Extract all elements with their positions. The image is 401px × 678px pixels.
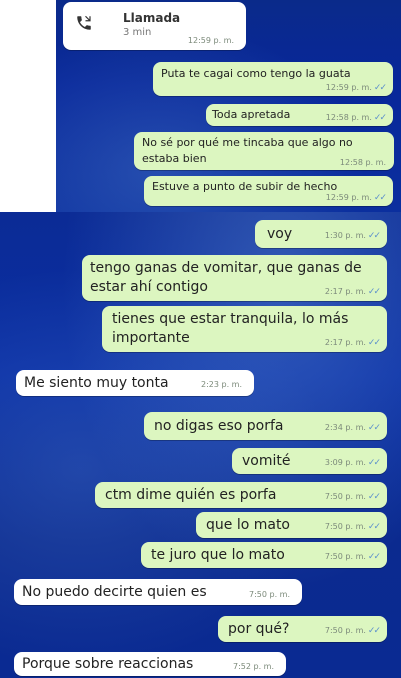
message-meta: 1:30 p. m. ✓✓ (324, 231, 381, 241)
message-meta: 7:50 p. m. (249, 590, 290, 599)
message-time: 1:30 p. m. (324, 231, 366, 240)
message-bubble[interactable]: ctm dime quién es porfa 7:50 p. m. ✓✓ (95, 482, 387, 508)
message-text-line-2: importante (112, 330, 190, 346)
message-time: 12:58 p. m. (325, 113, 372, 122)
missed-call-icon (77, 15, 91, 30)
chat-panel-bottom: voy 1:30 p. m. ✓✓ tengo ganas de vomitar,… (0, 212, 401, 678)
message-meta: 2:23 p. m. (201, 380, 242, 389)
read-ticks-icon: ✓✓ (373, 113, 387, 123)
call-title: Llamada (123, 11, 181, 25)
message-meta: 2:17 p. m. ✓✓ (324, 338, 381, 348)
call-bubble[interactable]: Llamada 3 min 12:59 p. m. (63, 2, 246, 50)
message-meta: 3:09 p. m. ✓✓ (324, 458, 381, 468)
message-time: 7:52 p. m. (232, 662, 274, 671)
read-ticks-icon: ✓✓ (373, 193, 387, 203)
message-time: 7:50 p. m. (324, 552, 366, 561)
message-text-line-2: estaba bien (142, 152, 207, 165)
message-bubble[interactable]: voy 1:30 p. m. ✓✓ (255, 220, 387, 248)
read-ticks-icon: ✓✓ (367, 338, 381, 348)
message-bubble[interactable]: No puedo decirte quien es 7:50 p. m. (14, 579, 302, 605)
message-bubble[interactable]: que lo mato 7:50 p. m. ✓✓ (196, 512, 387, 538)
message-text-line-1: No sé por qué me tincaba que algo no (142, 136, 353, 149)
message-text-line-1: tengo ganas de vomitar, que ganas de (90, 260, 362, 276)
message-time: 2:23 p. m. (200, 380, 242, 389)
read-ticks-icon: ✓✓ (367, 626, 381, 636)
read-ticks-icon: ✓✓ (367, 423, 381, 433)
read-ticks-icon: ✓✓ (367, 458, 381, 468)
message-bubble[interactable]: tienes que estar tranquila, lo más impor… (102, 306, 387, 352)
call-duration: 3 min (123, 27, 152, 38)
read-ticks-icon: ✓✓ (367, 552, 381, 562)
message-text-line-2: estar ahí contigo (90, 279, 208, 295)
message-time: 7:50 p. m. (324, 492, 366, 501)
read-ticks-icon: ✓✓ (367, 492, 381, 502)
message-time: 12:59 p. m. (325, 193, 372, 202)
message-time: 7:50 p. m. (248, 590, 290, 599)
read-ticks-icon: ✓✓ (373, 83, 387, 93)
message-meta: 12:59 p. m. ✓✓ (325, 83, 387, 93)
message-bubble[interactable]: Estuve a punto de subir de hecho 12:59 p… (144, 176, 393, 206)
message-bubble[interactable]: no digas eso porfa 2:34 p. m. ✓✓ (144, 412, 387, 440)
message-time: 2:17 p. m. (324, 287, 366, 296)
read-ticks-icon: ✓✓ (367, 287, 381, 297)
message-meta: 7:50 p. m. ✓✓ (324, 552, 381, 562)
message-time: 12:59 p. m. (325, 83, 372, 92)
message-time: 7:50 p. m. (324, 626, 366, 635)
message-meta: 12:58 p. m. ✓✓ (325, 113, 387, 123)
message-bubble[interactable]: Toda apretada 12:58 p. m. ✓✓ (206, 104, 393, 126)
message-text: Me siento muy tonta (24, 375, 169, 391)
message-meta: 7:52 p. m. (233, 662, 274, 671)
read-ticks-icon: ✓✓ (367, 522, 381, 532)
message-text: Puta te cagai como tengo la guata (161, 67, 351, 80)
message-meta: 7:50 p. m. ✓✓ (324, 492, 381, 502)
message-time: 3:09 p. m. (324, 458, 366, 467)
message-text: te juro que lo mato (151, 547, 285, 563)
message-bubble[interactable]: Me siento muy tonta 2:23 p. m. (16, 370, 254, 396)
message-bubble[interactable]: vomité 3:09 p. m. ✓✓ (232, 448, 387, 474)
message-meta: 2:17 p. m. ✓✓ (324, 287, 381, 297)
message-meta: 2:34 p. m. ✓✓ (324, 423, 381, 433)
call-time-text: 12:59 p. m. (187, 36, 234, 45)
message-meta: 7:50 p. m. ✓✓ (324, 626, 381, 636)
message-text: por qué? (228, 621, 290, 637)
message-time: 12:58 p. m. (339, 158, 386, 167)
message-text: vomité (242, 453, 291, 469)
message-text: No puedo decirte quien es (22, 584, 207, 600)
message-time: 2:34 p. m. (324, 423, 366, 432)
message-text: Estuve a punto de subir de hecho (152, 180, 338, 193)
message-bubble[interactable]: por qué? 7:50 p. m. ✓✓ (218, 616, 387, 642)
message-time: 7:50 p. m. (324, 522, 366, 531)
message-text: Toda apretada (212, 108, 291, 121)
message-time: 2:17 p. m. (324, 338, 366, 347)
message-text: ctm dime quién es porfa (105, 487, 277, 503)
message-text-line-1: tienes que estar tranquila, lo más (112, 311, 349, 327)
message-text: que lo mato (206, 517, 290, 533)
message-meta: 12:58 p. m. (340, 158, 386, 167)
message-bubble[interactable]: Puta te cagai como tengo la guata 12:59 … (153, 62, 393, 96)
message-meta: 12:59 p. m. ✓✓ (325, 193, 387, 203)
call-time: 12:59 p. m. (188, 36, 234, 45)
message-bubble[interactable]: Porque sobre reaccionas 7:52 p. m. (14, 652, 286, 676)
message-text: no digas eso porfa (154, 418, 284, 434)
message-bubble[interactable]: te juro que lo mato 7:50 p. m. ✓✓ (141, 542, 387, 568)
message-text: voy (267, 226, 293, 242)
read-ticks-icon: ✓✓ (367, 231, 381, 241)
message-bubble[interactable]: No sé por qué me tincaba que algo no est… (134, 132, 394, 170)
chat-panel-top: Llamada 3 min 12:59 p. m. Puta te cagai … (56, 0, 401, 212)
message-bubble[interactable]: tengo ganas de vomitar, que ganas de est… (82, 255, 387, 301)
message-text: Porque sobre reaccionas (22, 656, 194, 672)
message-meta: 7:50 p. m. ✓✓ (324, 522, 381, 532)
